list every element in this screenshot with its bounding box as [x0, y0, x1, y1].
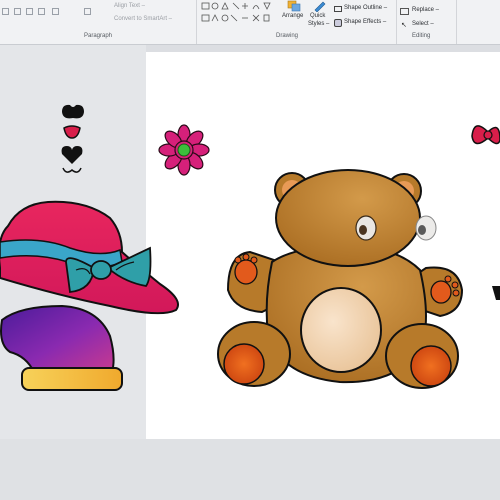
- bear-belly-shape[interactable]: [300, 287, 382, 373]
- partial-shape-right[interactable]: [492, 286, 500, 300]
- party-hat-shape[interactable]: [0, 304, 123, 391]
- face-parts-shape[interactable]: [61, 104, 84, 173]
- lips-shape[interactable]: [63, 125, 81, 139]
- mustache-shape[interactable]: [62, 104, 84, 119]
- shapes-layer: [0, 104, 500, 391]
- hat-brim-shape[interactable]: [21, 367, 123, 391]
- heart-nose-shape[interactable]: [61, 146, 83, 164]
- mouth-line-shape[interactable]: [62, 167, 82, 173]
- hat-shape[interactable]: [0, 200, 179, 315]
- bow-shape[interactable]: [471, 125, 500, 145]
- teddy-bear-shape[interactable]: [217, 169, 464, 389]
- flower-shape[interactable]: [158, 124, 210, 176]
